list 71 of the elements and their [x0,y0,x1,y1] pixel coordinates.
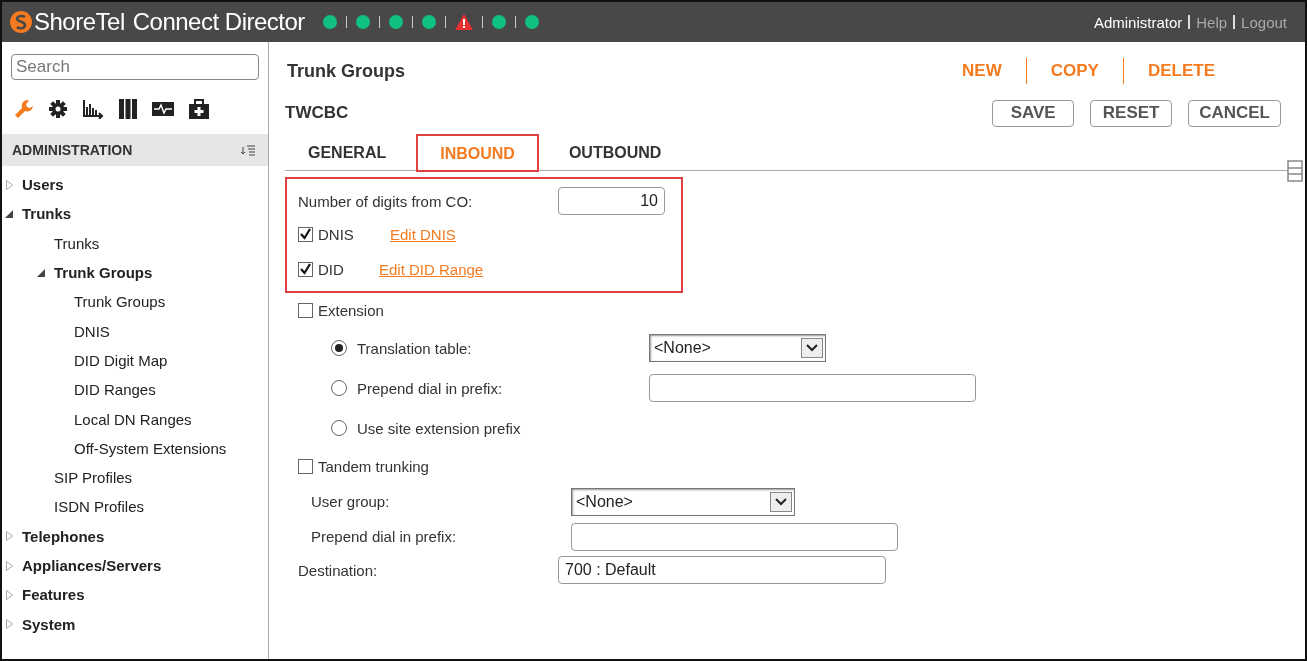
form-button[interactable]: SAVE [992,99,1075,127]
status-ok-icon[interactable] [421,15,436,29]
expanded-arrow-icon[interactable] [5,209,13,218]
checkbox-label: DID [318,261,345,278]
input-field[interactable] [571,522,898,551]
gear-icon[interactable] [48,99,68,119]
header-link[interactable]: Logout [1241,13,1287,31]
tree-item[interactable]: Features [22,586,85,604]
field-label: Number of digits from CO: [298,192,474,210]
expanded-arrow-icon[interactable] [37,268,45,277]
checkbox-label: DNIS [318,226,355,243]
status-ok-icon[interactable] [388,15,403,29]
tree-item[interactable]: DNIS [74,322,110,340]
status-ok-icon[interactable] [491,15,506,29]
pulse-monitor-icon[interactable] [152,100,174,118]
status-ok-icon[interactable] [355,15,370,29]
form-button[interactable]: RESET [1090,99,1173,127]
tree-item[interactable]: DID Digit Map [74,351,168,369]
input-field[interactable] [649,374,976,402]
tree-item[interactable]: Telephones [22,527,105,545]
sort-list-icon[interactable] [240,144,256,156]
checkbox[interactable] [298,458,313,474]
field-label: Prepend dial in prefix: [311,528,458,545]
radio-label: Use site extension prefix [357,419,522,437]
tree-item[interactable]: Appliances/Servers [22,557,162,574]
section-title: ADMINISTRATION [12,142,133,158]
tree-item[interactable]: SIP Profiles [54,469,133,487]
status-ok-icon[interactable] [524,15,539,29]
input-field[interactable]: 700 : Default [558,556,886,584]
tree-item[interactable]: Trunk Groups [74,293,166,311]
dropdown[interactable]: <None> [571,487,795,516]
app-title: Connect Director [132,8,305,36]
page-title: Trunk Groups [287,60,405,82]
tree-item[interactable]: Trunk Groups [54,264,153,282]
logo-icon [10,11,32,33]
user-name: Administrator [1093,13,1183,31]
checkbox-label: Tandem trunking [318,457,429,475]
tree-item[interactable]: Trunks [22,205,72,223]
dropdown[interactable]: <None> [649,334,826,362]
medical-kit-icon[interactable] [188,99,210,119]
chart-icon[interactable] [82,99,104,119]
logo-text: ShoreTel [34,8,125,36]
chevron-down-icon[interactable] [806,344,818,352]
tree-item[interactable]: Trunks [54,234,100,252]
tab[interactable]: GENERAL [285,134,410,170]
tree-item[interactable]: Users [22,176,64,194]
checkbox[interactable] [298,227,313,242]
radio-label: Translation table: [357,339,473,357]
form-button[interactable]: CANCEL [1188,99,1281,127]
header-link[interactable]: Help [1196,13,1228,31]
wrench-icon[interactable] [14,99,34,119]
tab[interactable]: OUTBOUND [545,134,685,170]
tree-item[interactable]: DID Ranges [74,381,156,399]
input-field[interactable]: 10 [558,187,665,215]
chevron-down-icon[interactable] [775,497,787,506]
books-icon[interactable] [118,98,138,120]
radio-label: Prepend dial in prefix: [357,379,504,397]
status-ok-icon[interactable] [322,15,337,29]
tree-item[interactable]: Local DN Ranges [74,410,192,428]
field-label: User group: [311,493,391,510]
layout-icon[interactable] [1287,160,1303,182]
checkbox[interactable] [298,262,313,277]
tree-item[interactable]: System [22,615,76,633]
warning-icon[interactable] [454,14,473,30]
checkbox[interactable] [298,303,313,318]
field-label: Destination: [298,561,379,579]
tree-item[interactable]: Off-System Extensions [74,439,227,457]
checkbox-label: Extension [318,302,384,319]
tree-item[interactable]: ISDN Profiles [54,498,145,516]
record-name: TWCBC [285,103,349,123]
search-field[interactable]: Search [11,54,259,80]
